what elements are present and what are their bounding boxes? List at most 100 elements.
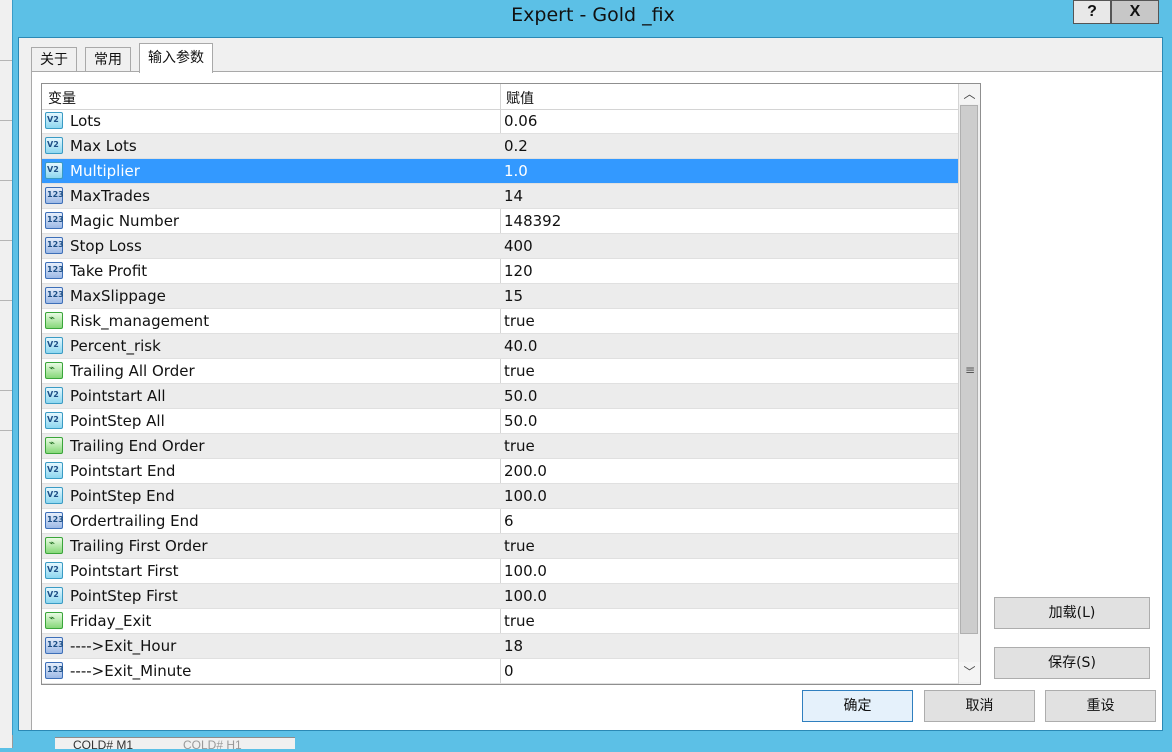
- parameter-name: ---->Exit_Minute: [70, 662, 192, 680]
- parameter-value[interactable]: 0.2: [504, 137, 528, 155]
- parameter-value[interactable]: true: [504, 312, 535, 330]
- table-row[interactable]: 123 Take Profit 120: [42, 259, 958, 284]
- table-row[interactable]: 123 ---->Exit_Hour 18: [42, 634, 958, 659]
- parameter-value[interactable]: 50.0: [504, 412, 537, 430]
- integer-icon: 123: [45, 237, 64, 254]
- background-tab: COLD# M1: [73, 738, 134, 752]
- parameter-name: Percent_risk: [70, 337, 161, 355]
- parameter-name: Take Profit: [70, 262, 148, 280]
- parameter-name: Risk_management: [70, 312, 210, 330]
- table-row[interactable]: V2 PointStep End 100.0: [42, 484, 958, 509]
- parameter-name: Max Lots: [70, 137, 137, 155]
- parameter-value[interactable]: 18: [504, 637, 523, 655]
- table-row[interactable]: 123 MaxTrades 14: [42, 184, 958, 209]
- parameter-value[interactable]: 50.0: [504, 387, 537, 405]
- double-icon: V2: [45, 412, 63, 429]
- icon-glyph: 123: [47, 640, 64, 649]
- scroll-down-icon[interactable]: ﹀: [959, 662, 980, 682]
- parameter-name: Lots: [70, 112, 101, 130]
- title-bar[interactable]: Expert - Gold _fix ? X: [13, 0, 1172, 32]
- parameter-value[interactable]: true: [504, 362, 535, 380]
- icon-glyph: V2: [47, 590, 59, 599]
- table-row[interactable]: 123 Stop Loss 400: [42, 234, 958, 259]
- parameter-name: PointStep End: [70, 487, 175, 505]
- close-button[interactable]: X: [1111, 0, 1159, 24]
- icon-glyph: V2: [47, 390, 59, 399]
- parameter-value[interactable]: 148392: [504, 212, 561, 230]
- table-row[interactable]: V2 PointStep All 50.0: [42, 409, 958, 434]
- parameter-name: PointStep First: [70, 587, 178, 605]
- table-row[interactable]: 123 MaxSlippage 15: [42, 284, 958, 309]
- background-chart-tabs: COLD# M1 COLD# H1: [55, 737, 295, 752]
- tab-common[interactable]: 常用: [85, 47, 131, 72]
- parameter-value[interactable]: true: [504, 612, 535, 630]
- ok-button[interactable]: 确定: [802, 690, 913, 722]
- table-row[interactable]: V2 Pointstart All 50.0: [42, 384, 958, 409]
- parameter-value[interactable]: 100.0: [504, 587, 547, 605]
- icon-glyph: 123: [47, 515, 64, 524]
- double-icon: V2: [45, 387, 63, 404]
- parameter-name: Trailing First Order: [70, 537, 208, 555]
- expert-dialog: Expert - Gold _fix ? X 关于 常用 输入参数 变量 赋值 …: [12, 0, 1172, 735]
- parameter-value[interactable]: 0.06: [504, 112, 537, 130]
- icon-glyph: V2: [47, 490, 59, 499]
- table-row[interactable]: ⌁ Friday_Exit true: [42, 609, 958, 634]
- parameter-value[interactable]: 14: [504, 187, 523, 205]
- parameter-value[interactable]: 40.0: [504, 337, 537, 355]
- table-row[interactable]: ⌁ Trailing All Order true: [42, 359, 958, 384]
- table-row[interactable]: ⌁ Risk_management true: [42, 309, 958, 334]
- icon-glyph: V2: [47, 465, 59, 474]
- table-row[interactable]: V2 Pointstart End 200.0: [42, 459, 958, 484]
- parameter-value[interactable]: 0: [504, 662, 514, 680]
- parameter-value[interactable]: true: [504, 437, 535, 455]
- integer-icon: 123: [45, 262, 64, 279]
- table-row[interactable]: 123 Magic Number 148392: [42, 209, 958, 234]
- double-icon: V2: [45, 587, 63, 604]
- parameter-value[interactable]: true: [504, 537, 535, 555]
- double-icon: V2: [45, 112, 63, 129]
- icon-glyph: 123: [47, 190, 64, 199]
- table-row[interactable]: V2 Lots 0.06: [42, 109, 958, 134]
- parameter-value[interactable]: 6: [504, 512, 514, 530]
- icon-glyph: ⌁: [49, 613, 56, 624]
- icon-glyph: ⌁: [49, 538, 56, 549]
- table-row[interactable]: V2 Max Lots 0.2: [42, 134, 958, 159]
- table-row[interactable]: V2 Multiplier 1.0: [42, 159, 958, 184]
- parameter-value[interactable]: 200.0: [504, 462, 547, 480]
- table-row[interactable]: V2 Percent_risk 40.0: [42, 334, 958, 359]
- parameter-value[interactable]: 400: [504, 237, 533, 255]
- integer-icon: 123: [45, 662, 64, 679]
- icon-glyph: 123: [47, 265, 64, 274]
- scrollbar-thumb[interactable]: ≡: [960, 105, 978, 634]
- icon-glyph: 123: [47, 240, 64, 249]
- icon-glyph: V2: [47, 140, 59, 149]
- parameters-table: 变量 赋值 V2 Lots 0.06 V2 Max Lots 0.2 V2 Multiplie…: [41, 83, 981, 685]
- table-row[interactable]: 123 ---->Exit_Minute 0: [42, 659, 958, 684]
- column-header-variable[interactable]: 变量: [48, 88, 76, 108]
- vertical-scrollbar[interactable]: ︿ ≡ ﹀: [958, 84, 980, 684]
- parameter-value[interactable]: 100.0: [504, 487, 547, 505]
- parameter-value[interactable]: 15: [504, 287, 523, 305]
- icon-glyph: V2: [47, 340, 59, 349]
- table-row[interactable]: 123 Ordertrailing End 6: [42, 509, 958, 534]
- table-row[interactable]: ⌁ Trailing First Order true: [42, 534, 958, 559]
- table-row[interactable]: ⌁ Trailing End Order true: [42, 434, 958, 459]
- tab-about[interactable]: 关于: [31, 47, 77, 72]
- reset-button[interactable]: 重设: [1045, 690, 1156, 722]
- cancel-button[interactable]: 取消: [924, 690, 1035, 722]
- parameter-name: Pointstart First: [70, 562, 179, 580]
- integer-icon: 123: [45, 287, 64, 304]
- icon-glyph: 123: [47, 665, 64, 674]
- boolean-icon: ⌁: [45, 362, 63, 379]
- table-row[interactable]: V2 Pointstart First 100.0: [42, 559, 958, 584]
- column-header-value[interactable]: 赋值: [506, 88, 534, 108]
- parameter-value[interactable]: 100.0: [504, 562, 547, 580]
- load-button[interactable]: 加载(L): [994, 597, 1150, 629]
- table-row[interactable]: V2 PointStep First 100.0: [42, 584, 958, 609]
- scroll-up-icon[interactable]: ︿: [959, 84, 980, 104]
- help-button[interactable]: ?: [1073, 0, 1111, 24]
- save-button[interactable]: 保存(S): [994, 647, 1150, 679]
- tab-inputs[interactable]: 输入参数: [139, 43, 213, 73]
- parameter-value[interactable]: 120: [504, 262, 533, 280]
- parameter-value[interactable]: 1.0: [504, 162, 528, 180]
